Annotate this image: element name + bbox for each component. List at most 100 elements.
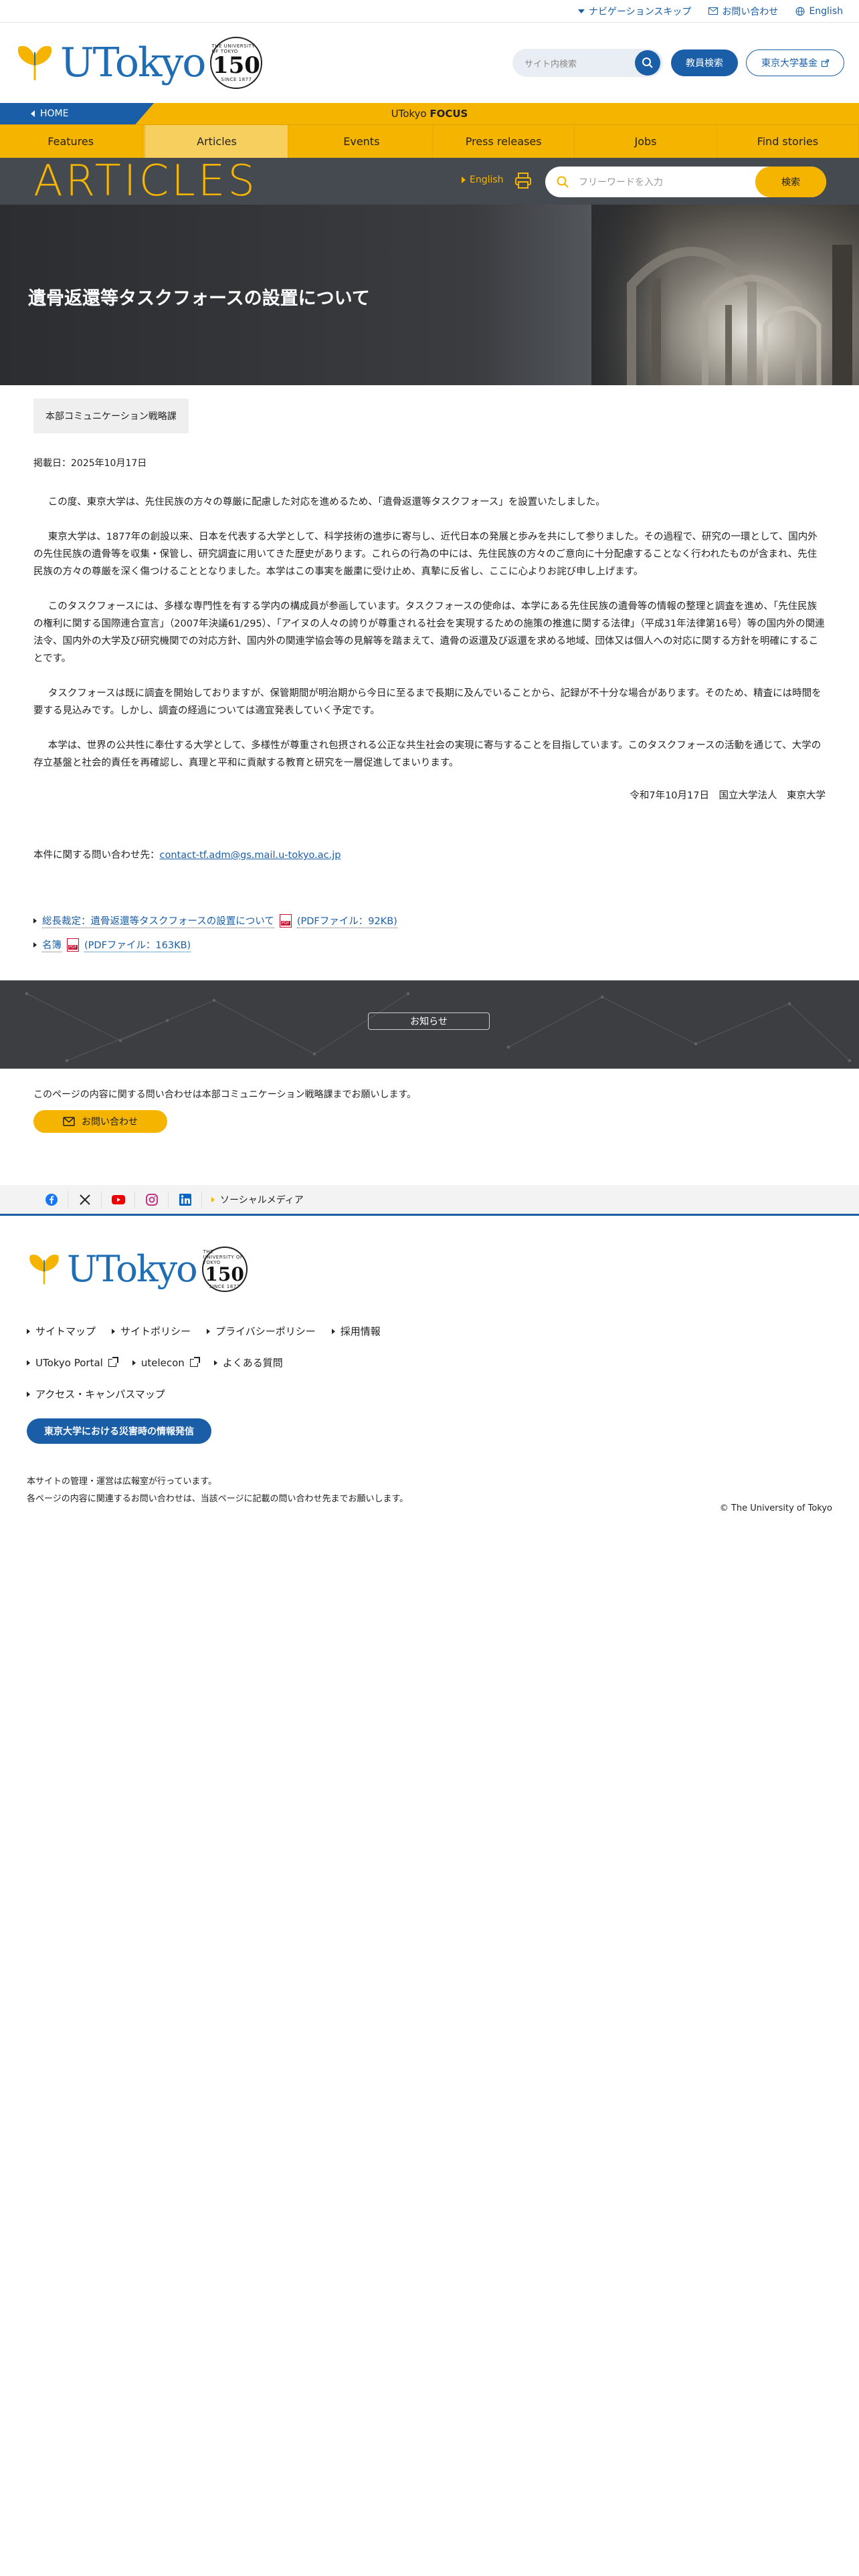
footer-link-access[interactable]: アクセス・キャンパスマップ [27, 1387, 165, 1401]
home-tab[interactable]: HOME [0, 103, 154, 124]
mail-icon [63, 1117, 75, 1126]
logo-wordmark: UTokyo [60, 39, 206, 86]
pdf-icon: PDF [279, 914, 292, 928]
anniversary-seal: THE UNIVERSITY OF TOKYO 150 SINCE 1877 [201, 1247, 248, 1292]
footer-link-site-policy[interactable]: サイトポリシー [112, 1324, 191, 1338]
nav-item-press-releases[interactable]: Press releases [433, 125, 575, 158]
nav-item-events[interactable]: Events [291, 125, 433, 158]
article-paragraph: この度、東京大学は、先住民族の方々の尊厳に配慮した対応を進めるため、「遺骨返還等… [47, 497, 605, 508]
mail-icon [708, 7, 719, 15]
attachment-link[interactable]: 名簿 [42, 938, 62, 952]
chevron-right-icon [27, 1328, 30, 1334]
contact-line: 本件に関する問い合わせ先：contact-tf.adm@gs.mail.u-to… [33, 850, 341, 861]
main-nav: Features Articles Events Press releases … [0, 124, 859, 158]
chevron-down-icon [577, 9, 585, 13]
footer-link-recruit[interactable]: 採用情報 [331, 1324, 381, 1338]
page-title: 遺骨返還等タスクフォースの設置について [28, 288, 370, 309]
chevron-right-icon [33, 942, 37, 948]
signature: 令和7年10月17日 国立大学法人 東京大学 [630, 790, 826, 801]
chevron-right-icon [331, 1328, 335, 1334]
anniversary-seal: THE UNIVERSITY OF TOKYO 150 SINCE 1877 [210, 37, 263, 89]
footer-notes: 本サイトの管理・運営は広報室が行っています。 各ページの内容に関連するお問い合わ… [27, 1473, 832, 1508]
footer-link-portal[interactable]: UTokyo Portal [27, 1356, 118, 1369]
footer-link-privacy[interactable]: プライバシーポリシー [207, 1324, 316, 1338]
article-paragraph: タスクフォースは既に調査を開始しておりますが、保管期間が明治期から今日に至るまで… [33, 688, 822, 716]
department-badge: 本部コミュニケーション戦略課 [33, 399, 189, 433]
news-band: お知らせ [0, 980, 859, 1069]
article-search-button[interactable]: 検索 [755, 167, 826, 197]
inquiry-section: このページの内容に関する問い合わせは本部コミュニケーション戦略課までお願いします… [0, 1069, 859, 1133]
footer-link-row: サイトマップ サイトポリシー プライバシーポリシー 採用情報 [27, 1324, 832, 1338]
footer-note: 本サイトの管理・運営は広報室が行っています。 [27, 1477, 217, 1487]
nav-item-find-stories[interactable]: Find stories [717, 125, 859, 158]
posted-date: 掲載日：2025年10月17日 [33, 458, 147, 469]
search-icon [557, 176, 569, 188]
nav-item-features[interactable]: Features [0, 125, 142, 158]
inquiry-button[interactable]: お問い合わせ [33, 1110, 167, 1133]
arcade-illustration [627, 245, 852, 385]
site-header: UTokyo THE UNIVERSITY OF TOKYO 150 SINCE… [0, 23, 859, 103]
article-paragraph: このタスクフォースには、多様な専門性を有する学内の構成員が参画しています。タスク… [33, 601, 825, 664]
pdf-icon: PDF [67, 938, 79, 952]
chevron-right-icon [27, 1391, 30, 1397]
english-version-link[interactable]: English [462, 175, 504, 185]
site-search-input[interactable]: サイト内検索 [512, 49, 663, 77]
footer-link-row: UTokyo Portal utelecon よくある質問 [27, 1356, 832, 1370]
nav-skip-link[interactable]: ナビゲーションスキップ [577, 5, 691, 18]
instagram-icon[interactable] [135, 1190, 169, 1208]
chevron-right-icon [33, 918, 37, 924]
footer-link-sitemap[interactable]: サイトマップ [27, 1324, 96, 1338]
social-bar: ソーシャルメディア [0, 1185, 859, 1216]
section-title-bar: ARTICLES English フリーワードを入力 検索 [0, 158, 859, 205]
x-icon[interactable] [68, 1190, 102, 1208]
section-title: ARTICLES [33, 156, 258, 206]
focus-bar: HOME UTokyo FOCUS [0, 103, 859, 124]
article-search-input[interactable]: フリーワードを入力 検索 [545, 167, 826, 197]
footer-note: 各ページの内容に関連するお問い合わせは、当該ページに記載の問い合わせ先までお願い… [27, 1494, 409, 1504]
chevron-right-icon [211, 1196, 215, 1202]
ginkgo-leaf-icon [17, 45, 52, 80]
copyright: © The University of Tokyo [719, 1503, 832, 1513]
chevron-left-icon [31, 110, 35, 117]
logo-wordmark: UTokyo [67, 1248, 198, 1290]
inquiry-text: このページの内容に関する問い合わせは本部コミュニケーション戦略課までお願いします… [33, 1089, 417, 1100]
attachment-size[interactable]: (PDFファイル：92KB) [296, 914, 397, 928]
footer-link-utelecon[interactable]: utelecon [132, 1356, 200, 1369]
youtube-icon[interactable] [102, 1190, 135, 1208]
hero-banner: 遺骨返還等タスクフォースの設置について [0, 205, 859, 385]
chevron-right-icon [132, 1360, 136, 1366]
nav-item-articles[interactable]: Articles [145, 125, 288, 158]
facebook-icon[interactable] [35, 1190, 68, 1208]
hero-image [591, 205, 859, 385]
footer-logo[interactable]: UTokyo THE UNIVERSITY OF TOKYO 150 SINCE… [27, 1247, 832, 1292]
nav-item-jobs[interactable]: Jobs [575, 125, 717, 158]
english-link[interactable]: English [795, 6, 843, 17]
attachment-link[interactable]: 総長裁定：遺骨返還等タスクフォースの設置について [42, 914, 274, 928]
contact-link[interactable]: お問い合わせ [708, 5, 778, 18]
chevron-right-icon [207, 1328, 211, 1334]
attachment-list: 総長裁定：遺骨返還等タスクフォースの設置について PDF (PDFファイル：92… [33, 914, 826, 952]
article-paragraph: 本学は、世界の公共性に奉仕する大学として、多様性が尊重され包摂される公正な共生社… [33, 740, 822, 768]
search-button[interactable] [635, 50, 660, 76]
footer-link-row: アクセス・キャンパスマップ [27, 1387, 832, 1401]
fund-button[interactable]: 東京大学基金 [746, 49, 844, 76]
article-body: 本部コミュニケーション戦略課 掲載日：2025年10月17日 この度、東京大学は… [0, 385, 859, 952]
chevron-right-icon [112, 1328, 116, 1334]
ginkgo-leaf-icon [29, 1255, 59, 1285]
social-media-link[interactable]: ソーシャルメディア [202, 1193, 304, 1206]
attachment-size[interactable]: (PDFファイル：163KB) [84, 938, 191, 952]
news-button[interactable]: お知らせ [368, 1012, 490, 1030]
chevron-right-icon [213, 1360, 217, 1366]
print-icon[interactable] [514, 171, 533, 190]
utokyo-logo[interactable]: UTokyo THE UNIVERSITY OF TOKYO 150 SINCE… [15, 37, 263, 89]
disaster-info-button[interactable]: 東京大学における災害時の情報発信 [27, 1418, 211, 1444]
linkedin-icon[interactable] [169, 1190, 202, 1208]
footer-link-faq[interactable]: よくある質問 [213, 1356, 283, 1370]
header-actions: サイト内検索 教員検索 東京大学基金 [512, 49, 844, 77]
attachment-item: 総長裁定：遺骨返還等タスクフォースの設置について PDF (PDFファイル：92… [33, 914, 826, 928]
chevron-right-icon [27, 1360, 30, 1366]
chevron-right-icon [462, 177, 466, 183]
faculty-search-button[interactable]: 教員検索 [671, 49, 738, 76]
attachment-item: 名簿 PDF (PDFファイル：163KB) [33, 938, 826, 952]
contact-email-link[interactable]: contact-tf.adm@gs.mail.u-tokyo.ac.jp [160, 850, 341, 861]
